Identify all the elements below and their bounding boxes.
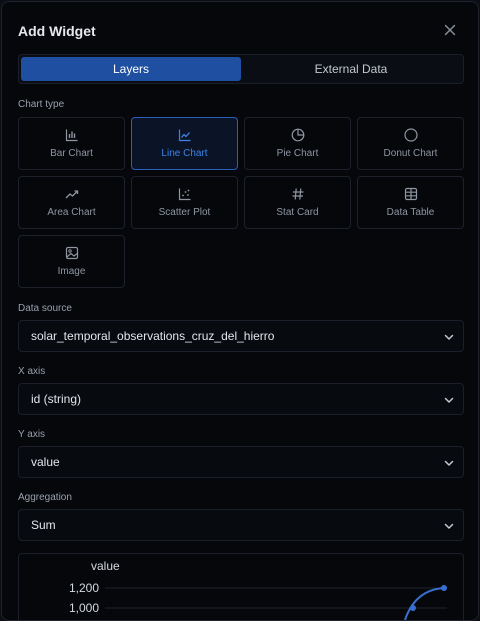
y-axis-value: value [31,455,60,469]
chart-type-scatter[interactable]: Scatter Plot [131,176,238,229]
y-tick-label: 1,000 [69,601,99,615]
chart-type-label-area: Area Chart [47,207,96,218]
x-axis-value: id (string) [31,392,82,406]
data-point [441,585,447,591]
dialog-header: Add Widget [18,22,462,42]
chart-type-label-data-table: Data Table [386,207,435,218]
chart-type-label-bar: Bar Chart [50,148,93,159]
bar-chart-icon [65,129,77,142]
series-line [404,587,445,620]
y-tick-label: 1,200 [69,581,99,595]
dialog-title: Add Widget [18,23,96,39]
chart-preview: value 1,2001,000800 [18,553,464,620]
chart-type-pie[interactable]: Pie Chart [244,117,351,170]
data-source-value: solar_temporal_observations_cruz_del_hie… [31,329,275,343]
y-axis-select[interactable]: value [18,446,464,478]
chart-type-label-line: Line Chart [161,148,208,159]
x-axis-label: X axis [18,366,46,377]
preview-line-chart: value 1,2001,000800 [69,559,447,620]
chevron-down-icon [444,460,454,466]
chart-type-label-donut: Donut Chart [383,148,438,159]
pie-chart-icon [291,128,304,142]
data-source-label: Data source [18,303,72,314]
close-icon [444,24,456,36]
chevron-down-icon [444,523,454,529]
chart-ylabel: value [91,559,120,573]
chart-type-line[interactable]: Line Chart [131,117,238,170]
tab-bar: Layers External Data [18,54,464,84]
tab-layers[interactable]: Layers [21,57,241,81]
close-button[interactable] [442,22,458,38]
chart-type-label-stat-card: Stat Card [276,207,319,218]
data-point [410,605,416,611]
chart-type-bar[interactable]: Bar Chart [18,117,125,170]
data-source-select[interactable]: solar_temporal_observations_cruz_del_hie… [18,320,464,352]
aggregation-value: Sum [31,518,56,532]
aggregation-label: Aggregation [18,492,72,503]
chevron-down-icon [444,334,454,340]
chart-type-stat-card[interactable]: Stat Card [244,176,351,229]
chart-type-label-scatter: Scatter Plot [158,207,211,218]
x-axis-select[interactable]: id (string) [18,383,464,415]
tab-external-data[interactable]: External Data [241,57,461,81]
chart-type-area[interactable]: Area Chart [18,176,125,229]
donut-chart-icon [403,128,418,142]
line-chart-icon [178,129,190,142]
aggregation-select[interactable]: Sum [18,509,464,541]
chart-type-label: Chart type [18,99,65,110]
chart-type-label-image: Image [57,266,86,277]
hash-icon [292,188,303,200]
area-chart-icon [65,190,78,199]
scatter-plot-icon [178,188,190,201]
chart-type-donut[interactable]: Donut Chart [357,117,464,170]
chevron-down-icon [444,397,454,403]
table-icon [404,187,417,201]
image-icon [65,246,78,260]
chart-type-grid: Bar Chart Line Chart Pie Chart Donut Cha… [18,117,464,288]
chart-type-data-table[interactable]: Data Table [357,176,464,229]
y-axis-label: Y axis [18,429,46,440]
chart-type-label-pie: Pie Chart [276,148,319,159]
chart-type-image[interactable]: Image [18,235,125,288]
add-widget-dialog: Add Widget Layers External Data Chart ty… [1,1,479,621]
